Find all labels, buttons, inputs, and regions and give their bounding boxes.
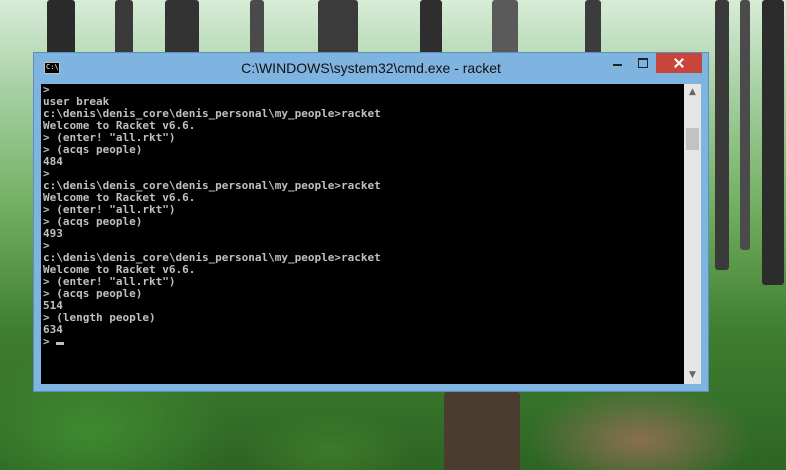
console-output[interactable]: > user break c:\denis\denis_core\denis_p… (41, 84, 684, 384)
console-line: > (length people) (43, 311, 156, 324)
scrollbar-thumb[interactable] (686, 128, 699, 150)
console-line: > (43, 84, 50, 96)
scroll-down-arrow-icon[interactable]: ▼ (684, 367, 701, 384)
cmd-window: C:\ C:\WINDOWS\system32\cmd.exe - racket… (33, 52, 709, 392)
console-line: 484 (43, 155, 63, 168)
text-cursor (56, 342, 65, 345)
console-prompt-line[interactable]: > (41, 336, 684, 348)
maximize-button[interactable] (630, 53, 656, 73)
console-line: > (acqs people) (43, 143, 143, 156)
console-line: > (acqs people) (43, 287, 143, 300)
console-line: > (acqs people) (43, 215, 143, 228)
vertical-scrollbar[interactable]: ▲ ▼ (684, 84, 701, 384)
console-line: 493 (43, 227, 63, 240)
scroll-up-arrow-icon[interactable]: ▲ (684, 84, 701, 101)
console-prompt: > (43, 335, 57, 348)
title-bar[interactable]: C:\ C:\WINDOWS\system32\cmd.exe - racket (34, 53, 708, 83)
minimize-button[interactable] (604, 53, 630, 73)
close-button[interactable] (656, 53, 702, 73)
console-line: 634 (43, 323, 63, 336)
